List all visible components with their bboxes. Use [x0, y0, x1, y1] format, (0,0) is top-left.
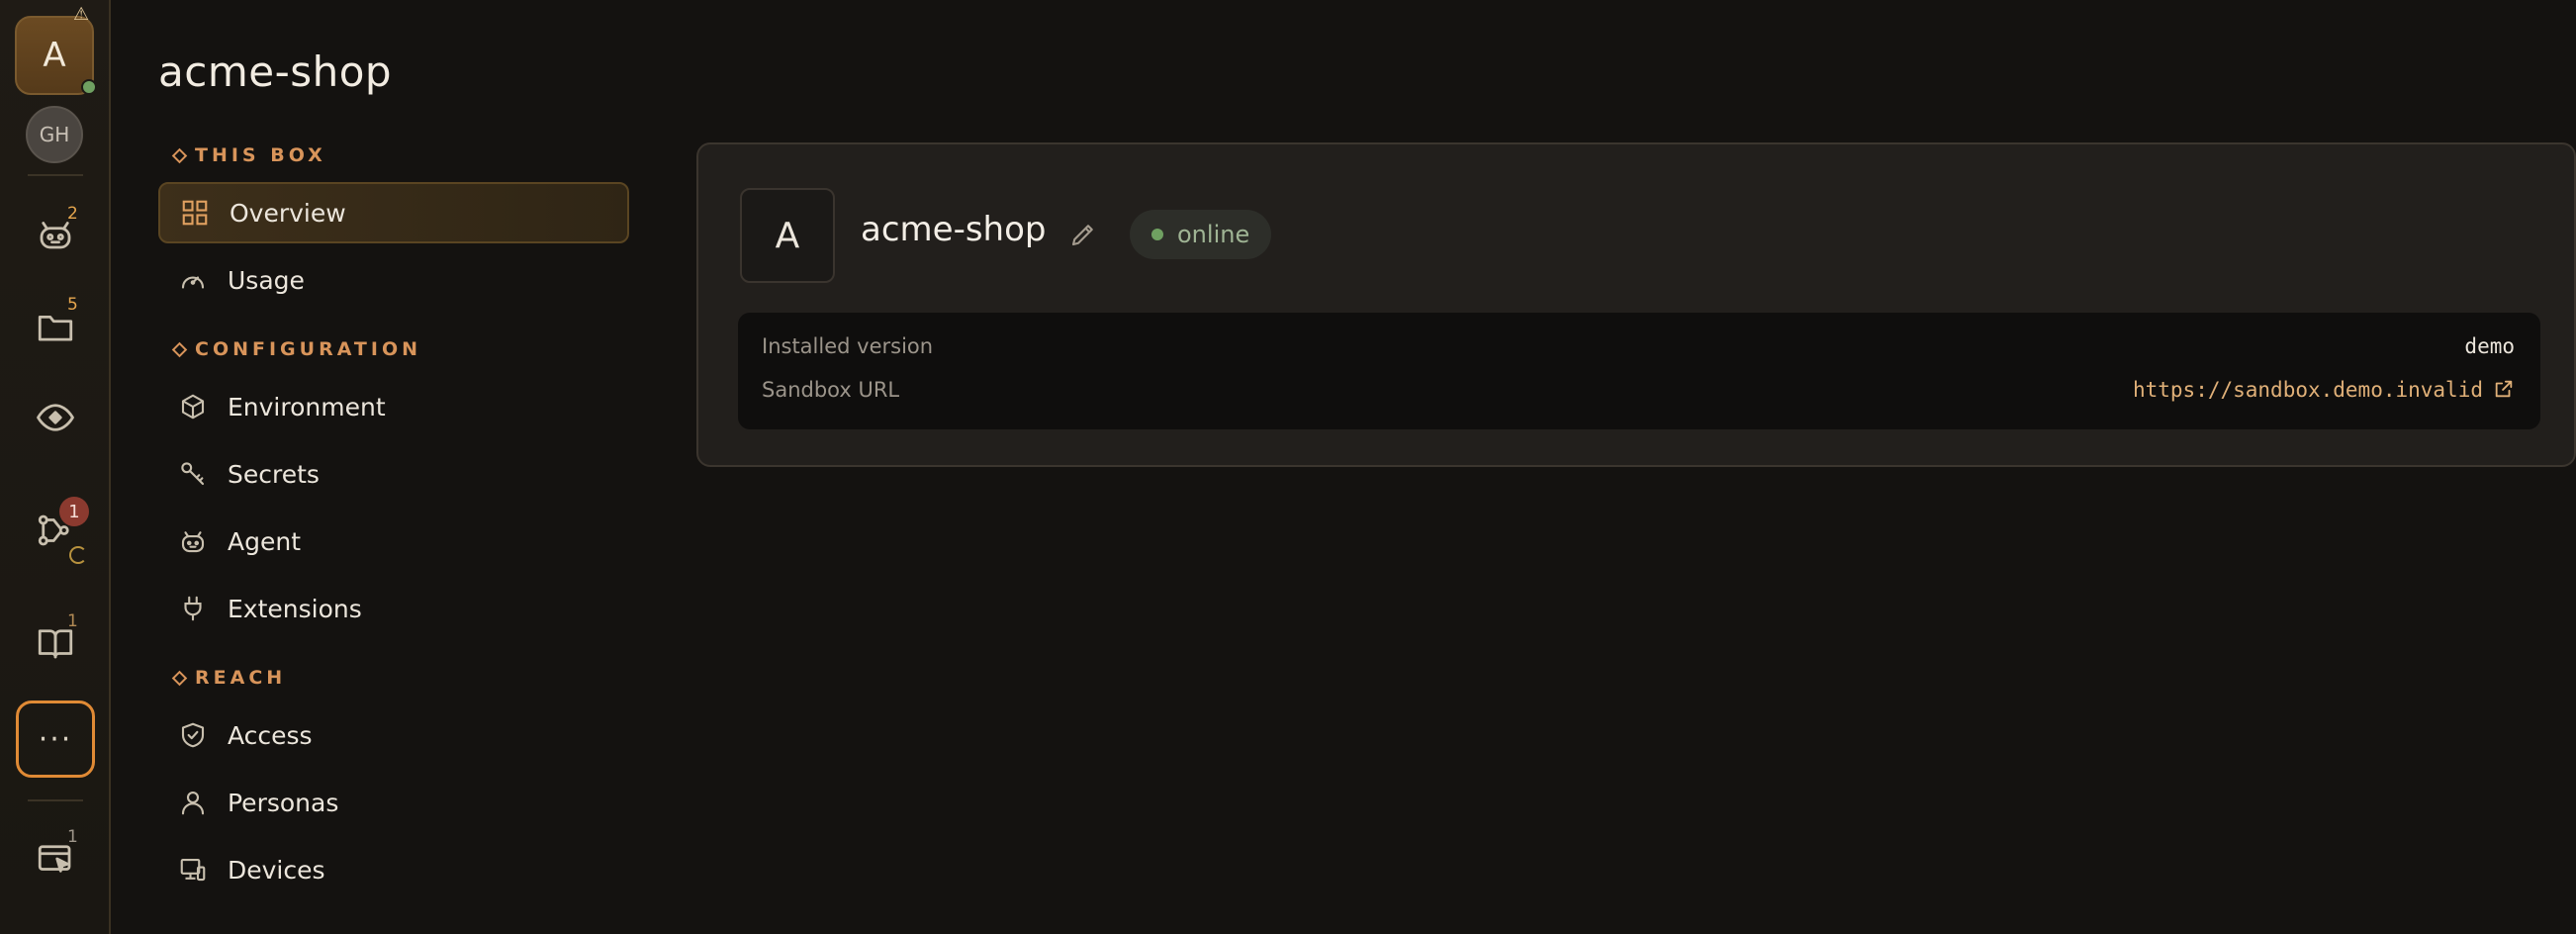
- nav-item-access[interactable]: Access: [158, 704, 629, 766]
- pencil-icon[interactable]: [1068, 220, 1098, 249]
- nav-section-this-box: THIS BOX: [171, 144, 326, 166]
- nav-item-extensions[interactable]: Extensions: [158, 578, 629, 639]
- sandbox-url-label: Sandbox URL: [762, 378, 900, 402]
- nav-item-overview[interactable]: Overview: [158, 182, 629, 243]
- online-dot: [81, 79, 97, 95]
- shield-check-icon: [181, 722, 205, 748]
- diamond-icon: [171, 670, 188, 686]
- cube-icon: [181, 394, 205, 420]
- rail-files-button[interactable]: [18, 289, 93, 364]
- nav-section-configuration: CONFIGURATION: [171, 338, 422, 360]
- nav-item-secrets[interactable]: Secrets: [158, 443, 629, 505]
- nav-item-environment[interactable]: Environment: [158, 376, 629, 437]
- workspace-avatar-letter: A: [43, 36, 66, 75]
- user-icon: [181, 791, 205, 815]
- rail-divider-bottom: [28, 799, 83, 801]
- sandbox-url-text: https://sandbox.demo.invalid: [2132, 378, 2483, 402]
- loading-spinner-icon: [69, 546, 87, 564]
- plug-icon: [184, 596, 202, 621]
- installed-version-value: demo: [2464, 334, 2515, 358]
- files-count-badge: 5: [67, 295, 78, 315]
- rail-sessions-button[interactable]: [18, 821, 93, 896]
- nav-item-label: Devices: [228, 855, 325, 885]
- sessions-count-badge: 1: [67, 827, 78, 847]
- gauge-icon: [181, 276, 205, 289]
- nav-section-label: REACH: [195, 667, 287, 689]
- nav-item-label: Usage: [228, 265, 305, 295]
- more-button[interactable]: ···: [16, 700, 95, 778]
- rail-agents-button[interactable]: [18, 196, 93, 271]
- more-dots-icon: ···: [38, 721, 73, 757]
- key-icon: [181, 462, 205, 486]
- account-initials: GH: [39, 123, 70, 146]
- box-avatar-letter: A: [775, 215, 800, 256]
- status-dot: [1151, 229, 1163, 240]
- status-text: online: [1177, 221, 1250, 248]
- devices-icon: [180, 858, 206, 882]
- rail-divider: [28, 174, 83, 176]
- nav-item-usage[interactable]: Usage: [158, 249, 629, 311]
- docs-count-badge: 1: [67, 611, 78, 631]
- sandbox-url-link[interactable]: https://sandbox.demo.invalid: [2133, 378, 2515, 402]
- nav-section-label: CONFIGURATION: [195, 338, 422, 360]
- nav-item-label: Secrets: [228, 459, 320, 489]
- eye-icon: [37, 404, 74, 431]
- status-badge: online: [1130, 210, 1272, 259]
- diamond-icon: [171, 341, 188, 357]
- app-rail: A ⚠ GH 2 5 1 1 ··· 1: [0, 0, 111, 934]
- robot-icon: [181, 531, 205, 553]
- nav-item-agent[interactable]: Agent: [158, 511, 629, 572]
- box-info-panel: Installed version demo Sandbox URL https…: [738, 313, 2540, 429]
- page-title: acme-shop: [158, 47, 393, 96]
- diamond-icon: [171, 147, 188, 163]
- warning-icon: ⚠: [73, 4, 90, 25]
- nav-item-label: Environment: [228, 392, 386, 421]
- account-avatar[interactable]: GH: [26, 106, 83, 163]
- pipelines-count-badge: 1: [59, 497, 89, 526]
- external-link-icon: [2495, 380, 2513, 398]
- nav-item-label: Access: [228, 720, 313, 750]
- nav-item-devices[interactable]: Devices: [158, 839, 629, 900]
- nav-section-label: THIS BOX: [195, 144, 326, 166]
- grid-icon: [182, 200, 208, 226]
- rail-docs-button[interactable]: [18, 606, 93, 681]
- box-name: acme-shop: [861, 210, 1047, 249]
- agents-count-badge: 2: [67, 204, 78, 224]
- installed-version-label: Installed version: [762, 334, 934, 358]
- nav-section-reach: REACH: [171, 667, 287, 689]
- nav-item-label: Overview: [230, 198, 346, 228]
- nav-item-personas[interactable]: Personas: [158, 772, 629, 833]
- nav-item-label: Agent: [228, 526, 301, 556]
- rail-watch-button[interactable]: [18, 380, 93, 455]
- nav-item-label: Personas: [228, 788, 339, 817]
- nav-item-label: Extensions: [228, 594, 362, 623]
- box-overview-card: A acme-shop online Installed version dem…: [696, 142, 2576, 467]
- box-avatar: A: [740, 188, 835, 283]
